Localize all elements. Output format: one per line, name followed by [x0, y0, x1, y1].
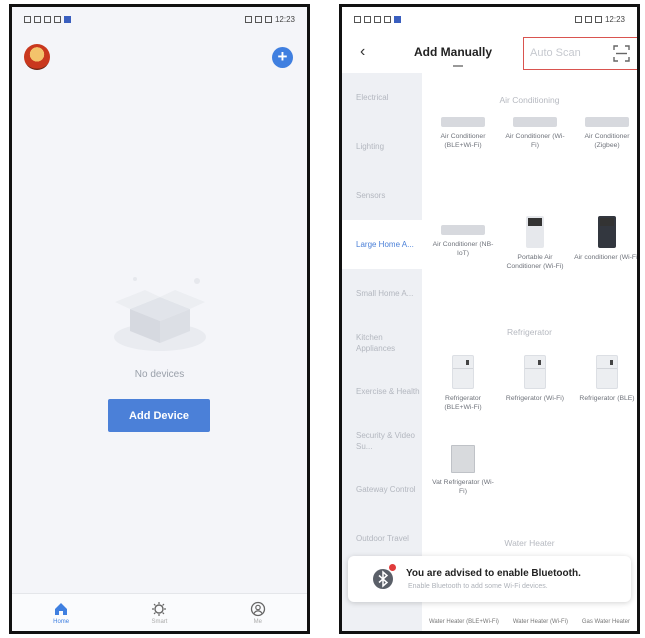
page-header: ‹ Add Manually Auto Scan: [342, 31, 637, 73]
device-tile[interactable]: Refrigerator (Wi-Fi): [502, 355, 568, 404]
sidebar-item-large-home-appliances[interactable]: Large Home A...: [342, 220, 422, 269]
device-label: Air Conditioner (NB-IoT): [432, 241, 494, 257]
device-tile[interactable]: Air Conditioner (Zigbee): [574, 117, 637, 150]
sidebar-item-security-video[interactable]: Security & Video Su...: [342, 416, 422, 465]
device-grid: Air Conditioning Air Conditioner (BLE+Wi…: [422, 73, 637, 631]
title-underline: [453, 65, 463, 67]
add-device-plus-button[interactable]: +: [272, 47, 293, 68]
device-tile[interactable]: Portable Air Conditioner (Wi-Fi): [502, 216, 568, 271]
refrigerator-icon: [452, 355, 474, 389]
refrigerator-icon: [524, 355, 546, 389]
auto-scan-label: Auto Scan: [530, 47, 581, 59]
air-conditioner-icon: [441, 117, 485, 127]
empty-state-text: No devices: [134, 369, 185, 380]
toast-title: You are advised to enable Bluetooth.: [406, 568, 581, 579]
add-device-button[interactable]: Add Device: [108, 399, 210, 432]
status-bar: 12:23: [12, 7, 307, 31]
partial-device-row: Water Heater (BLE+Wi-Fi) Water Heater (W…: [422, 619, 637, 631]
add-manually-screen: 12:23 ‹ Add Manually Auto Scan Electrica…: [339, 4, 640, 634]
device-label: Portable Air Conditioner (Wi-Fi): [506, 254, 564, 270]
device-tile[interactable]: Vat Refrigerator (Wi-Fi): [430, 445, 496, 496]
portable-ac-icon: [526, 216, 544, 248]
home-icon: [55, 602, 68, 615]
device-label: Air conditioner (Wi-Fi): [574, 254, 640, 261]
tab-smart-label: Smart: [151, 618, 168, 625]
avatar[interactable]: [24, 44, 50, 70]
status-bar: 12:23: [342, 7, 637, 31]
device-label: Refrigerator (BLE+Wi-Fi): [444, 395, 482, 411]
plus-icon: +: [277, 47, 288, 66]
device-tile[interactable]: Refrigerator (BLE): [574, 355, 637, 404]
tab-me[interactable]: Me: [238, 601, 278, 625]
device-tile[interactable]: Refrigerator (BLE+Wi-Fi): [430, 355, 496, 412]
tab-home-label: Home: [53, 618, 70, 625]
air-conditioner-icon: [441, 225, 485, 235]
status-icons-right: 12:23: [574, 14, 625, 24]
device-tile[interactable]: Air conditioner (Wi-Fi): [574, 216, 640, 263]
sidebar-item-small-home-appliances[interactable]: Small Home A...: [342, 269, 422, 318]
device-label: Refrigerator (BLE): [579, 395, 635, 402]
sidebar-item-sensors[interactable]: Sensors: [342, 171, 422, 220]
tab-me-label: Me: [253, 618, 262, 625]
home-screen: 12:23 + No devices Add Device Home Smart…: [9, 4, 310, 634]
section-title-air-conditioning: Air Conditioning: [499, 95, 560, 105]
device-label: Air Conditioner (BLE+Wi-Fi): [440, 133, 486, 149]
device-label: Air Conditioner (Wi-Fi): [505, 133, 565, 149]
category-sidebar: Electrical Lighting Sensors Large Home A…: [342, 73, 422, 631]
status-icons-right: 12:23: [244, 14, 295, 24]
page-title: Add Manually: [414, 45, 493, 59]
air-conditioner-icon: [513, 117, 557, 127]
section-title-refrigerator: Refrigerator: [507, 327, 552, 337]
scan-icon: [613, 45, 630, 62]
device-label: Air Conditioner (Zigbee): [584, 133, 630, 149]
sidebar-item-gateway-control[interactable]: Gateway Control: [342, 465, 422, 514]
status-time: 12:23: [274, 14, 295, 24]
device-tile[interactable]: Air Conditioner (BLE+Wi-Fi): [430, 117, 496, 150]
air-conditioner-icon: [585, 117, 629, 127]
device-label[interactable]: Gas Water Heater: [582, 619, 630, 631]
sidebar-item-lighting[interactable]: Lighting: [342, 122, 422, 171]
tab-home[interactable]: Home: [41, 601, 81, 625]
sidebar-item-kitchen-appliances[interactable]: Kitchen Appliances: [342, 318, 422, 367]
vat-refrigerator-icon: [451, 445, 475, 473]
device-tile[interactable]: Air Conditioner (Wi-Fi): [502, 117, 568, 150]
device-label: Refrigerator (Wi-Fi): [505, 395, 565, 402]
back-icon[interactable]: ‹: [360, 43, 365, 61]
auto-scan-tab[interactable]: Auto Scan: [523, 37, 637, 70]
status-time: 12:23: [604, 14, 625, 24]
device-label[interactable]: Water Heater (BLE+Wi-Fi): [429, 619, 499, 631]
empty-box-illustration: [114, 277, 206, 351]
alert-dot-icon: [389, 564, 396, 571]
sidebar-item-electrical[interactable]: Electrical: [342, 73, 422, 122]
toast-subtitle: Enable Bluetooth to add some Wi-Fi devic…: [408, 583, 548, 590]
device-label: Vat Refrigerator (Wi-Fi): [432, 479, 494, 495]
bluetooth-toast[interactable]: You are advised to enable Bluetooth. Ena…: [348, 556, 631, 602]
bottom-tab-bar: Home Smart Me: [12, 593, 307, 631]
device-label[interactable]: Water Heater (Wi-Fi): [513, 619, 568, 631]
profile-icon: [250, 601, 265, 616]
sidebar-item-exercise-health[interactable]: Exercise & Health: [342, 367, 422, 416]
status-icons-left: [354, 15, 401, 23]
tab-smart[interactable]: Smart: [139, 601, 179, 625]
status-icons-left: [24, 15, 71, 23]
smart-icon: [152, 601, 167, 616]
refrigerator-icon: [596, 355, 618, 389]
device-tile[interactable]: Air Conditioner (NB-IoT): [430, 203, 496, 258]
bluetooth-icon: [373, 569, 393, 589]
portable-ac-dark-icon: [598, 216, 616, 248]
section-title-water-heater: Water Heater: [504, 538, 555, 548]
